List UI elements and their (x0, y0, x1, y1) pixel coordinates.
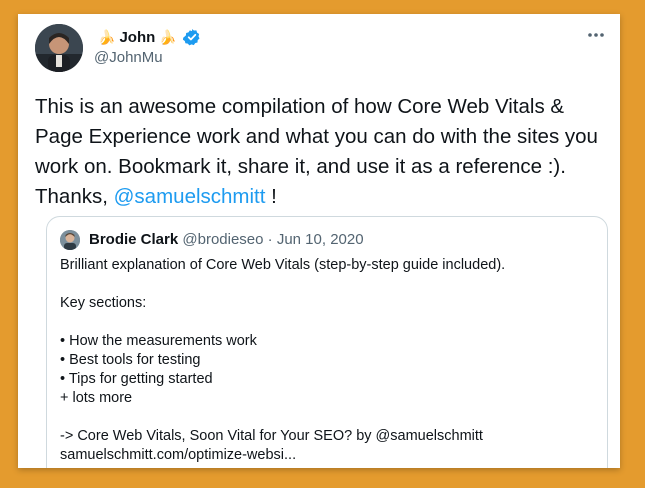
quoted-link[interactable]: samuelschmitt.com/optimize-websi... (60, 446, 600, 465)
mention-link[interactable]: @samuelschmitt (114, 185, 266, 208)
banana-emoji: 🍌 (159, 28, 177, 45)
quoted-line: • How the measurements work (60, 333, 257, 349)
quoted-tweet[interactable]: Brodie Clark @brodieseo · Jun 10, 2020 B… (46, 216, 608, 468)
quoted-line: Brilliant explanation of Core Web Vitals… (60, 257, 506, 273)
author-name-row[interactable]: 🍌 John 🍌 (94, 28, 201, 46)
quoted-date[interactable]: Jun 10, 2020 (277, 231, 364, 248)
author-name[interactable]: John (119, 29, 155, 46)
quoted-line: + lots more (60, 390, 133, 406)
quoted-line (60, 313, 600, 332)
meta-separator: · (263, 231, 277, 248)
quoted-header: Brodie Clark @brodieseo · Jun 10, 2020 (89, 231, 364, 248)
tweet-card: 🍌 John 🍌 @JohnMu This is an awesome comp… (18, 14, 620, 468)
quoted-line (60, 408, 600, 427)
author-handle[interactable]: @JohnMu (94, 49, 163, 66)
quoted-text: Brilliant explanation of Core Web Vitals… (60, 256, 600, 465)
quoted-author-name[interactable]: Brodie Clark (89, 231, 178, 248)
verified-badge-icon (182, 29, 200, 46)
quoted-line (60, 275, 600, 294)
quoted-line: • Best tools for testing (60, 352, 201, 368)
tweet-text: This is an awesome compilation of how Co… (35, 92, 605, 212)
tweet-text-end: ! (265, 185, 277, 208)
quoted-author-handle[interactable]: @brodieseo (182, 231, 263, 248)
author-avatar[interactable] (35, 24, 83, 72)
quoted-line: Key sections: (60, 295, 147, 311)
quoted-author-avatar[interactable] (60, 230, 80, 250)
avatar-photo (35, 24, 83, 72)
quoted-line: • Tips for getting started (60, 371, 213, 387)
more-dots-icon[interactable] (586, 30, 606, 40)
quoted-line: -> Core Web Vitals, Soon Vital for Your … (60, 428, 483, 444)
banana-emoji: 🍌 (98, 28, 116, 45)
quoted-avatar-photo (60, 230, 80, 250)
